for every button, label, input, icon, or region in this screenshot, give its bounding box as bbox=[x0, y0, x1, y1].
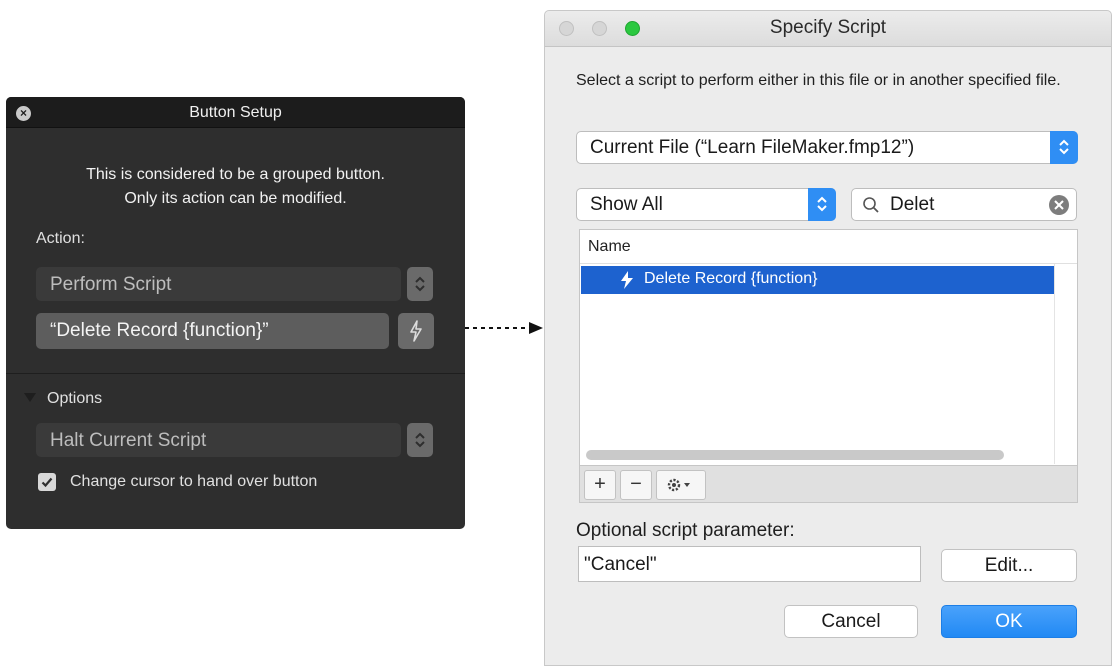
search-icon bbox=[863, 197, 879, 213]
options-select-stepper[interactable] bbox=[407, 423, 433, 457]
list-column-header[interactable]: Name bbox=[580, 230, 1077, 264]
action-select[interactable]: Perform Script bbox=[36, 267, 401, 301]
file-select-value: Current File (“Learn FileMaker.fmp12”) bbox=[590, 137, 915, 158]
options-select-value: Halt Current Script bbox=[50, 430, 207, 451]
grouped-button-message: This is considered to be a grouped butto… bbox=[6, 163, 465, 211]
specify-script-titlebar: Specify Script bbox=[545, 11, 1111, 47]
param-label: Optional script parameter: bbox=[576, 520, 795, 541]
list-toolbar: + − bbox=[579, 466, 1078, 503]
updown-chevron-icon bbox=[415, 432, 425, 448]
disclosure-triangle-icon[interactable] bbox=[24, 393, 36, 402]
action-select-value: Perform Script bbox=[50, 274, 172, 295]
dialog-title: Specify Script bbox=[769, 17, 887, 38]
action-label: Action: bbox=[36, 230, 85, 247]
script-name: Delete Record {function} bbox=[644, 270, 818, 287]
button-setup-title: Button Setup bbox=[189, 104, 282, 121]
script-name-value: “Delete Record {function}” bbox=[50, 320, 269, 341]
file-select-stepper[interactable] bbox=[1050, 131, 1078, 164]
script-list: Name Delete Record {function} bbox=[579, 229, 1078, 466]
options-label: Options bbox=[47, 390, 103, 407]
hand-cursor-checkbox[interactable] bbox=[38, 473, 56, 491]
filter-select[interactable]: Show All bbox=[576, 188, 836, 221]
checkmark-icon bbox=[41, 477, 53, 488]
section-divider bbox=[6, 373, 465, 374]
clear-search-icon[interactable] bbox=[1049, 195, 1069, 215]
options-select[interactable]: Halt Current Script bbox=[36, 423, 401, 457]
message-line-1: This is considered to be a grouped butto… bbox=[86, 166, 385, 183]
column-divider bbox=[1054, 264, 1055, 464]
connector-arrow-icon bbox=[465, 322, 543, 334]
script-search-input[interactable]: Delet bbox=[851, 188, 1077, 221]
list-item[interactable]: Delete Record {function} bbox=[581, 266, 1054, 294]
updown-chevron-icon bbox=[817, 196, 827, 212]
file-select[interactable]: Current File (“Learn FileMaker.fmp12”) bbox=[576, 131, 1078, 164]
script-name-field[interactable]: “Delete Record {function}” bbox=[36, 313, 389, 349]
button-setup-panel: × Button Setup This is considered to be … bbox=[6, 97, 465, 529]
updown-chevron-icon bbox=[1059, 139, 1069, 155]
filter-select-value: Show All bbox=[590, 194, 663, 215]
name-column-label: Name bbox=[588, 238, 631, 255]
remove-script-button[interactable]: − bbox=[620, 470, 652, 500]
horizontal-scrollbar[interactable] bbox=[586, 450, 1004, 460]
script-icon bbox=[621, 271, 633, 289]
specify-script-dialog: Specify Script Select a script to perfor… bbox=[544, 10, 1112, 666]
script-parameter-field[interactable]: "Cancel" bbox=[578, 546, 921, 582]
filter-select-stepper[interactable] bbox=[808, 188, 836, 221]
param-value: "Cancel" bbox=[584, 554, 657, 575]
add-script-button[interactable]: + bbox=[584, 470, 616, 500]
cancel-button[interactable]: Cancel bbox=[784, 605, 918, 638]
specify-script-button[interactable] bbox=[398, 313, 434, 349]
hand-cursor-label: Change cursor to hand over button bbox=[70, 473, 318, 490]
gear-icon bbox=[667, 478, 690, 492]
x-mark-icon bbox=[1054, 200, 1064, 210]
script-icon bbox=[410, 320, 422, 342]
ok-button[interactable]: OK bbox=[941, 605, 1077, 638]
message-line-2: Only its action can be modified. bbox=[124, 190, 347, 207]
action-select-stepper[interactable] bbox=[407, 267, 433, 301]
search-value: Delet bbox=[890, 194, 935, 215]
gear-menu-button[interactable] bbox=[656, 470, 706, 500]
edit-button[interactable]: Edit... bbox=[941, 549, 1077, 582]
button-setup-titlebar: × Button Setup bbox=[6, 97, 465, 128]
dialog-description: Select a script to perform either in thi… bbox=[576, 72, 1061, 89]
updown-chevron-icon bbox=[415, 276, 425, 292]
